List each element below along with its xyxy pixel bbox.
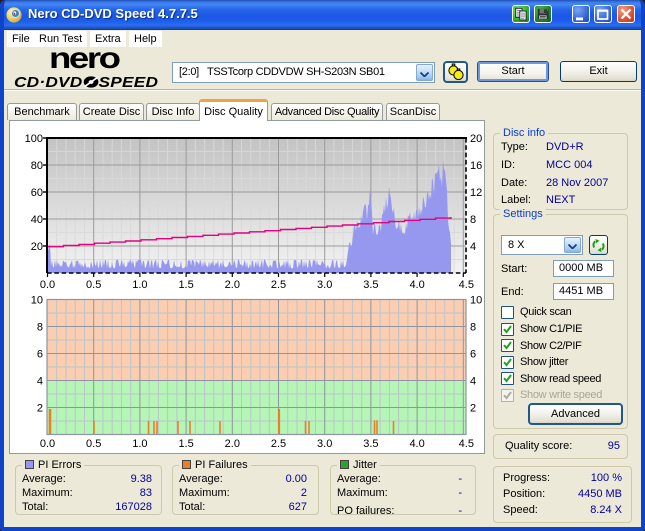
svg-text:3.0: 3.0 [317, 279, 332, 291]
svg-text:2.0: 2.0 [225, 279, 240, 291]
svg-text:2.0: 2.0 [225, 438, 240, 450]
svg-text:4.0: 4.0 [409, 438, 424, 450]
svg-text:0.5: 0.5 [86, 438, 101, 450]
svg-text:3.0: 3.0 [317, 438, 332, 450]
svg-text:8: 8 [470, 214, 476, 226]
svg-text:100: 100 [25, 133, 43, 145]
svg-text:80: 80 [31, 160, 43, 172]
svg-text:12: 12 [470, 187, 482, 199]
svg-text:4: 4 [37, 376, 43, 388]
svg-text:4.5: 4.5 [459, 438, 474, 450]
svg-text:16: 16 [470, 160, 482, 172]
svg-text:0.0: 0.0 [40, 438, 55, 450]
svg-text:8: 8 [470, 322, 476, 334]
svg-text:4.0: 4.0 [409, 279, 424, 291]
svg-text:8: 8 [37, 322, 43, 334]
svg-text:10: 10 [31, 295, 43, 307]
svg-text:1.0: 1.0 [132, 279, 147, 291]
svg-text:1.0: 1.0 [132, 438, 147, 450]
svg-text:4: 4 [470, 241, 476, 253]
svg-text:40: 40 [31, 214, 43, 226]
svg-text:3.5: 3.5 [363, 438, 378, 450]
svg-text:20: 20 [470, 133, 482, 145]
svg-text:2: 2 [470, 403, 476, 415]
svg-text:6: 6 [470, 349, 476, 361]
svg-text:2.5: 2.5 [271, 438, 286, 450]
svg-text:20: 20 [31, 241, 43, 253]
svg-text:10: 10 [470, 295, 482, 307]
svg-text:6: 6 [37, 349, 43, 361]
svg-text:2: 2 [37, 403, 43, 415]
svg-text:0.0: 0.0 [40, 279, 55, 291]
svg-text:0.5: 0.5 [86, 279, 101, 291]
svg-text:2.5: 2.5 [271, 279, 286, 291]
svg-text:4.5: 4.5 [459, 279, 474, 291]
svg-text:60: 60 [31, 187, 43, 199]
svg-text:3.5: 3.5 [363, 279, 378, 291]
svg-text:1.5: 1.5 [178, 438, 193, 450]
svg-text:1.5: 1.5 [178, 279, 193, 291]
svg-text:4: 4 [470, 376, 476, 388]
